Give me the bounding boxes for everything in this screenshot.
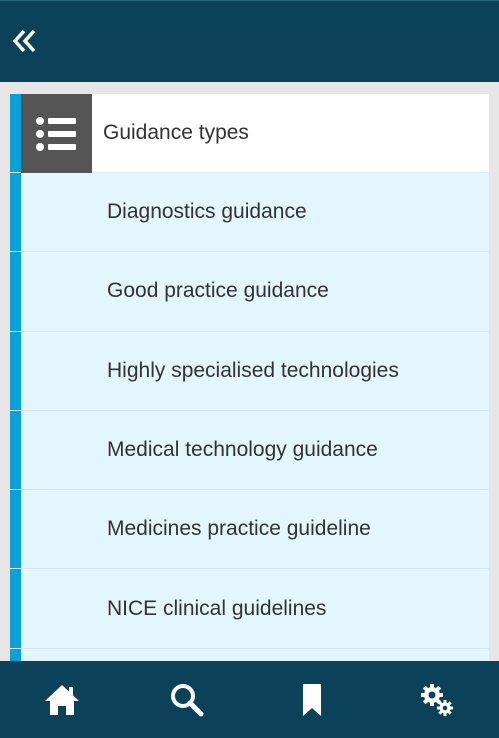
search-icon [171,683,204,716]
list-item-medical-technology-guidance[interactable]: Medical technology guidance [10,410,489,491]
back-button[interactable] [8,25,40,57]
accent-bar [10,331,21,410]
search-button[interactable] [125,661,250,738]
accent-bar [10,94,21,172]
bookmark-icon [302,683,321,716]
settings-button[interactable] [374,661,499,738]
accent-bar [10,252,21,331]
home-button[interactable] [0,661,125,738]
list-item-diagnostics-guidance[interactable]: Diagnostics guidance [10,173,489,253]
accent-bar [10,569,21,648]
list-item-label: Diagnostics guidance [107,200,307,224]
list-item-label: Medicines practice guideline [107,517,371,541]
list-item-label: NICE clinical guidelines [107,596,327,620]
home-icon [45,684,80,715]
list-title: Guidance types [103,121,249,144]
bookmark-button[interactable] [250,661,375,738]
list-header: Guidance types [10,94,489,173]
list-item-medicines-practice-guideline[interactable]: Medicines practice guideline [10,490,489,570]
accent-bar [10,173,21,252]
accent-bar [10,490,21,569]
list-item-label: Medical technology guidance [107,438,378,462]
settings-icon [420,683,453,716]
list-item-partial[interactable] [10,648,489,661]
list-item-label: Good practice guidance [107,279,329,303]
list-item-label: Highly specialised technologies [107,358,399,382]
list-icon-box [21,94,92,173]
accent-bar [10,648,21,661]
list-item-highly-specialised-technologies[interactable]: Highly specialised technologies [10,331,489,411]
guidance-types-list: Guidance types Diagnostics guidance Good… [10,94,489,661]
top-bar [0,0,499,82]
accent-bar [10,410,21,490]
double-chevron-left-icon [12,29,36,53]
list-item-nice-clinical-guidelines[interactable]: NICE clinical guidelines [10,569,489,649]
bottom-nav-bar [0,661,499,738]
list-item-good-practice-guidance[interactable]: Good practice guidance [10,252,489,332]
list-icon [35,116,76,151]
